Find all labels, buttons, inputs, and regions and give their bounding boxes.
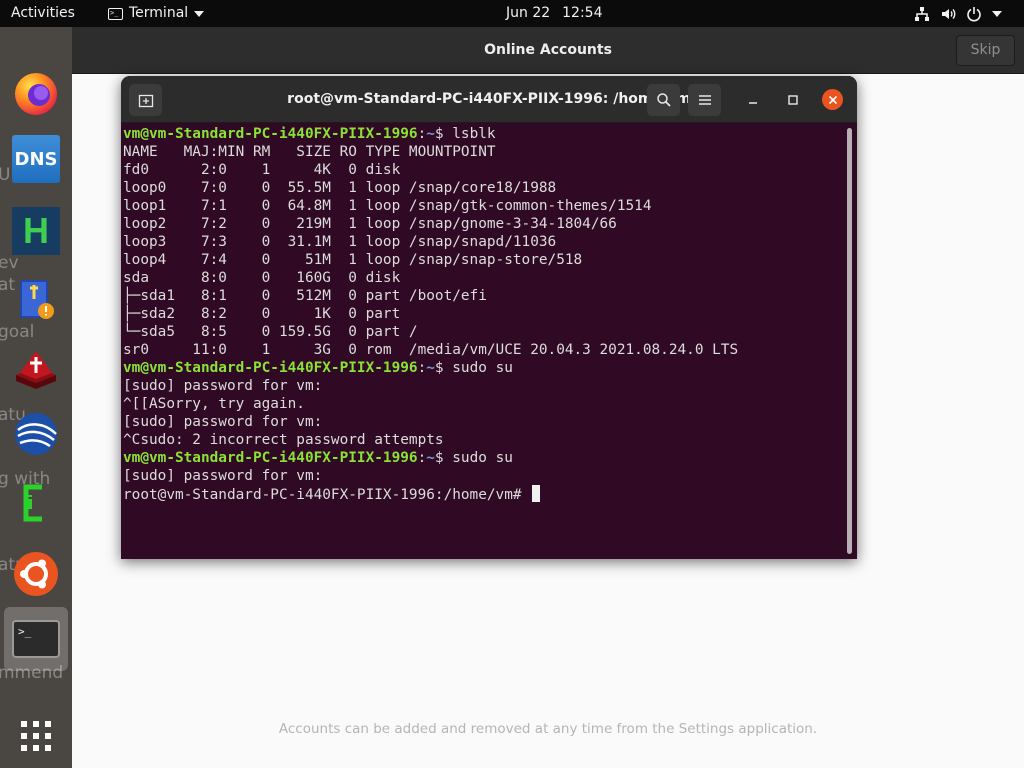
- clock[interactable]: Jun 22 12:54: [506, 0, 603, 27]
- online-accounts-title: Online Accounts: [484, 42, 612, 58]
- terminal-output-line: loop2 7:2 0 219M 1 loop /snap/gnome-3-34…: [123, 216, 617, 232]
- prompt-user: vm@vm-Standard-PC-i440FX-PIIX-1996: [123, 126, 418, 142]
- satellite-icon: [15, 413, 57, 455]
- caret-down-icon: [992, 10, 1002, 17]
- terminal-output-line: sr0 11:0 1 3G 0 rom /media/vm/UCE 20.04.…: [123, 342, 739, 358]
- app-menu-label: Terminal: [129, 5, 189, 21]
- terminal-output-line: loop1 7:1 0 64.8M 1 loop /snap/gtk-commo…: [123, 198, 652, 214]
- terminal-cursor: [532, 485, 541, 502]
- volume-icon: [942, 8, 956, 19]
- terminal-prompt-line: vm@vm-Standard-PC-i440FX-PIIX-1996:~$ ls…: [123, 125, 841, 143]
- top-bar: Activities >_ Terminal Jun 22 12:54: [0, 0, 1024, 27]
- settings-hint-text: Accounts can be added and removed at any…: [278, 721, 818, 737]
- new-tab-button[interactable]: [129, 84, 162, 116]
- terminal-output-line: ^[[ASorry, try again.: [123, 396, 305, 412]
- skip-button[interactable]: Skip: [956, 35, 1015, 66]
- ubuntu-icon: [14, 552, 58, 596]
- maximize-button[interactable]: [783, 90, 803, 110]
- prompt-user: vm@vm-Standard-PC-i440FX-PIIX-1996: [123, 450, 418, 466]
- dock-terminal[interactable]: >_: [4, 607, 68, 671]
- dock-satellite-app[interactable]: [10, 408, 62, 460]
- terminal-app-icon: >_: [108, 7, 123, 20]
- firefox-icon: [15, 73, 57, 115]
- dns-icon: DNS: [12, 135, 60, 183]
- minimize-button[interactable]: [743, 90, 763, 110]
- prompt-command: lsblk: [443, 126, 496, 142]
- search-button[interactable]: [647, 84, 680, 116]
- clock-date: Jun 22: [506, 5, 551, 21]
- system-tray[interactable]: [914, 0, 1002, 27]
- app-grid-icon: [21, 721, 51, 751]
- minimize-icon: [749, 102, 757, 104]
- terminal-scrollbar[interactable]: [847, 128, 852, 554]
- dock: U ev at goal atu g with atu mmend DNS H: [0, 27, 72, 768]
- terminal-prompt-line: vm@vm-Standard-PC-i440FX-PIIX-1996:~$ su…: [123, 449, 841, 467]
- terminal-icon: >_: [12, 620, 60, 658]
- dock-ubuntu-app[interactable]: [10, 548, 62, 600]
- dock-firefox[interactable]: [10, 67, 62, 119]
- terminal-header: root@vm-Standard-PC-i440FX-PIIX-1996: /h…: [121, 76, 857, 123]
- terminal-output-line: ^Csudo: 2 incorrect password attempts: [123, 432, 444, 448]
- app-menu[interactable]: >_ Terminal: [108, 0, 205, 27]
- dock-bible-app[interactable]: [10, 343, 62, 395]
- terminal-prompt-line: vm@vm-Standard-PC-i440FX-PIIX-1996:~$ su…: [123, 359, 841, 377]
- terminal-output-line: └─sda5 8:5 0 159.5G 0 part /: [123, 324, 418, 340]
- new-tab-icon: [138, 94, 153, 108]
- prompt-path: ~: [426, 450, 435, 466]
- h-app-icon: H: [12, 207, 60, 255]
- close-button[interactable]: [822, 89, 843, 110]
- background-text: U: [0, 165, 11, 185]
- prompt-symbol: $: [434, 450, 444, 466]
- terminal-output[interactable]: vm@vm-Standard-PC-i440FX-PIIX-1996:~$ ls…: [123, 125, 841, 555]
- prompt-symbol: $: [434, 126, 444, 142]
- terminal-output-line: ├─sda2 8:2 0 1K 0 part: [123, 306, 401, 322]
- prompt-command: sudo su: [443, 450, 513, 466]
- terminal-output-line: NAME MAJ:MIN RM SIZE RO TYPE MOUNTPOINT: [123, 144, 496, 160]
- terminal-root-prompt-line: root@vm-Standard-PC-i440FX-PIIX-1996:/ho…: [123, 485, 841, 503]
- dock-green-app[interactable]: [10, 477, 62, 529]
- prompt-separator: :: [417, 360, 427, 376]
- power-icon: [967, 6, 981, 21]
- terminal-output-line: ├─sda1 8:1 0 512M 0 part /boot/efi: [123, 288, 487, 304]
- dock-dns-app[interactable]: DNS: [10, 133, 62, 185]
- prompt-user: vm@vm-Standard-PC-i440FX-PIIX-1996: [123, 360, 418, 376]
- clock-time: 12:54: [562, 5, 603, 21]
- prompt-symbol: $: [434, 360, 444, 376]
- close-icon: [828, 95, 837, 104]
- terminal-output-line: fd0 2:0 1 4K 0 disk: [123, 162, 401, 178]
- prompt-path: ~: [426, 126, 435, 142]
- hamburger-menu-icon: [698, 95, 711, 105]
- show-applications-button[interactable]: [10, 710, 62, 762]
- terminal-output-line: loop4 7:4 0 51M 1 loop /snap/snap-store/…: [123, 252, 583, 268]
- dock-h-app[interactable]: H: [10, 205, 62, 257]
- activities-button[interactable]: Activities: [11, 0, 75, 27]
- network-icon: [915, 6, 929, 21]
- terminal-output-line: [sudo] password for vm:: [123, 414, 323, 430]
- terminal-window[interactable]: root@vm-Standard-PC-i440FX-PIIX-1996: /h…: [121, 76, 857, 559]
- green-bracket-icon: [23, 484, 42, 522]
- prompt-separator: :: [417, 126, 427, 142]
- terminal-output-line: [sudo] password for vm:: [123, 378, 323, 394]
- prompt-path: ~: [426, 360, 435, 376]
- terminal-output-line: [sudo] password for vm:: [123, 468, 323, 484]
- prompt-command: sudo su: [443, 360, 513, 376]
- caret-down-icon: [194, 10, 205, 17]
- search-icon: [656, 93, 671, 107]
- terminal-output-line: sda 8:0 0 160G 0 disk: [123, 270, 401, 286]
- book-icon: [20, 280, 54, 319]
- dock-book-app[interactable]: [10, 274, 62, 326]
- online-accounts-header: Online Accounts Skip: [72, 27, 1024, 74]
- bible-icon: [16, 351, 56, 389]
- terminal-output-line: loop3 7:3 0 31.1M 1 loop /snap/snapd/110…: [123, 234, 557, 250]
- root-prompt: root@vm-Standard-PC-i440FX-PIIX-1996:/ho…: [123, 487, 531, 503]
- menu-button[interactable]: [688, 84, 721, 116]
- prompt-separator: :: [417, 450, 427, 466]
- terminal-output-line: loop0 7:0 0 55.5M 1 loop /snap/core18/19…: [123, 180, 557, 196]
- maximize-icon: [788, 95, 798, 105]
